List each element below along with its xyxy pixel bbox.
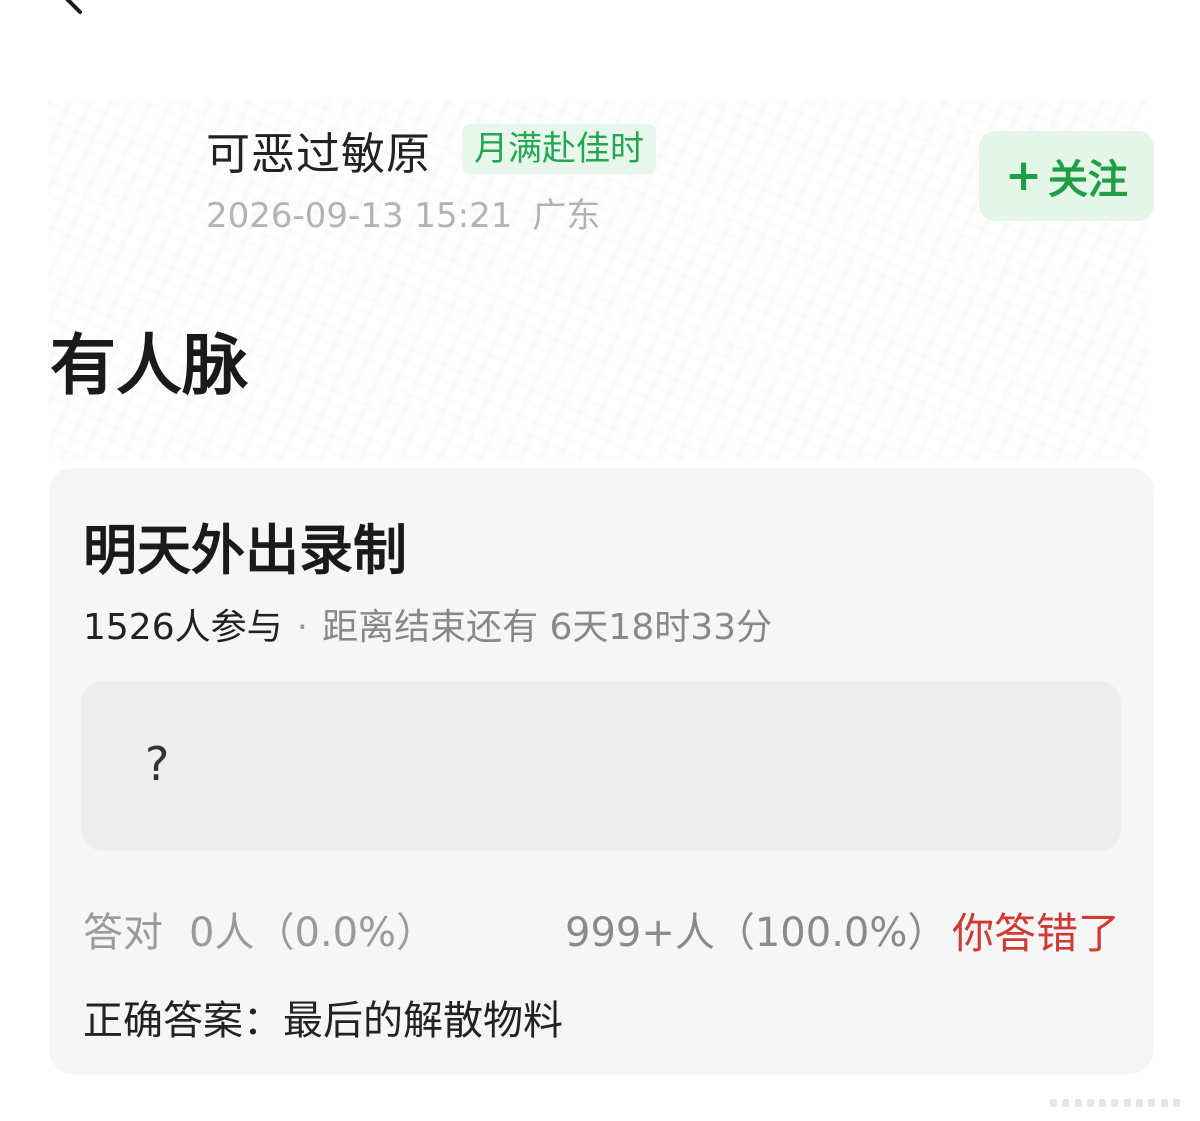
wrong-count: 999+人（100.0%） <box>565 910 948 956</box>
post-location: 广东 <box>532 196 601 236</box>
correct-answer: 正确答案：最后的解散物料 <box>83 998 563 1044</box>
avatar[interactable] <box>70 128 180 238</box>
post-title: 有人脉 <box>50 327 248 404</box>
page-dot <box>1099 1099 1107 1107</box>
post-date: 2026-09-13 15:21 <box>206 196 513 236</box>
correct-count: 0人（0.0%） <box>189 910 437 956</box>
follow-button[interactable]: + 关注 <box>979 131 1154 221</box>
correct-result: 答对 0人（0.0%） <box>83 900 436 958</box>
page-dot <box>1160 1099 1168 1107</box>
author-badge[interactable]: 月满赴佳时 <box>462 124 656 174</box>
page-dot <box>1111 1099 1119 1107</box>
page-dot <box>1123 1099 1131 1107</box>
plus-icon: + <box>1005 150 1042 201</box>
chevron-left-icon[interactable] <box>56 0 86 20</box>
correct-label: 答对 <box>83 910 163 956</box>
page-dot <box>1074 1099 1082 1107</box>
page-dot <box>1136 1099 1144 1107</box>
quiz-option[interactable]: ? <box>81 681 1121 851</box>
post-meta: 2026-09-13 15:21 广东 <box>206 188 600 237</box>
quiz-title: 明天外出录制 <box>83 519 407 582</box>
page-dot <box>1148 1099 1156 1107</box>
page-dot <box>1172 1099 1180 1107</box>
quiz-card: 明天外出录制 1526人参与 · 距离结束还有 6天18时33分 ? 答对 0人（0.… <box>49 468 1154 1074</box>
author-name[interactable]: 可恶过敏原 <box>206 118 431 182</box>
page-dot <box>1086 1099 1094 1107</box>
page-dot <box>1062 1099 1070 1107</box>
quiz-stats: 1526人参与 · 距离结束还有 6天18时33分 <box>83 598 772 650</box>
follow-label: 关注 <box>1047 157 1128 203</box>
option-text: ? <box>145 737 170 791</box>
participant-count: 1526人参与 <box>83 607 283 648</box>
answer-status: 你答错了 <box>951 909 1120 958</box>
page-indicator <box>1050 1099 1180 1109</box>
countdown-text: 距离结束还有 6天18时33分 <box>322 607 773 648</box>
page-dot <box>1050 1099 1057 1107</box>
stats-separator: · <box>296 607 309 648</box>
